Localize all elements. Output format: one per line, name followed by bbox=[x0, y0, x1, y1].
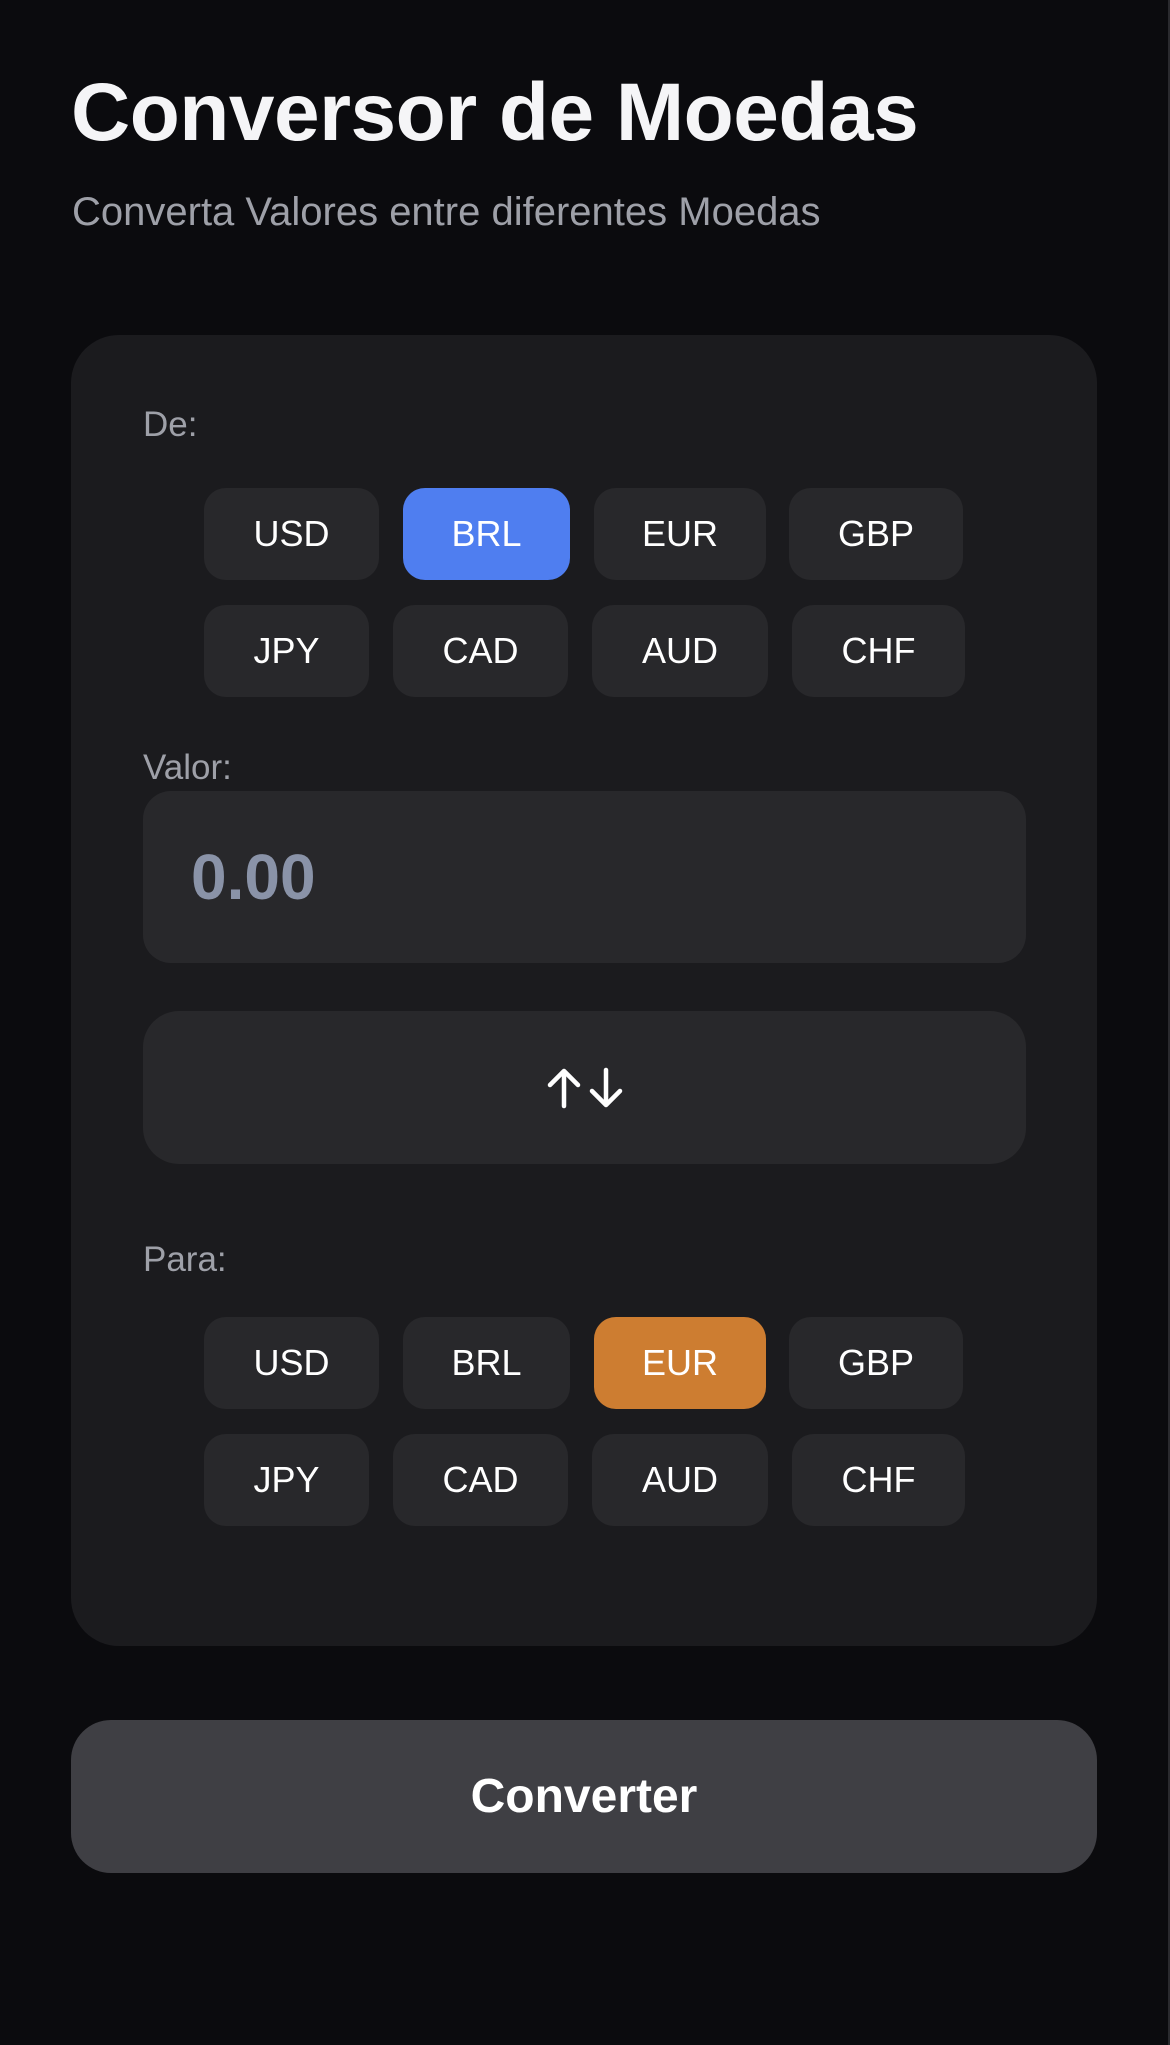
amount-input[interactable] bbox=[191, 791, 991, 963]
amount-label: Valor: bbox=[143, 748, 232, 787]
to-currency-gbp[interactable]: GBP bbox=[789, 1317, 963, 1409]
from-currency-jpy[interactable]: JPY bbox=[204, 605, 369, 697]
currency-converter-screen: Conversor de Moedas Converta Valores ent… bbox=[0, 0, 1170, 2045]
to-currency-eur[interactable]: EUR bbox=[594, 1317, 766, 1409]
to-currency-chf[interactable]: CHF bbox=[792, 1434, 965, 1526]
to-currency-usd[interactable]: USD bbox=[204, 1317, 379, 1409]
from-currency-gbp[interactable]: GBP bbox=[789, 488, 963, 580]
to-currency-brl[interactable]: BRL bbox=[403, 1317, 570, 1409]
swap-button[interactable] bbox=[143, 1011, 1026, 1164]
to-currency-cad[interactable]: CAD bbox=[393, 1434, 568, 1526]
amount-field[interactable] bbox=[143, 791, 1026, 963]
convert-button[interactable]: Converter bbox=[71, 1720, 1097, 1873]
from-currency-eur[interactable]: EUR bbox=[594, 488, 766, 580]
from-currency-usd[interactable]: USD bbox=[204, 488, 379, 580]
from-label: De: bbox=[143, 405, 198, 444]
from-currency-brl[interactable]: BRL bbox=[403, 488, 570, 580]
page-title: Conversor de Moedas bbox=[71, 67, 919, 158]
from-currency-aud[interactable]: AUD bbox=[592, 605, 768, 697]
from-currency-chf[interactable]: CHF bbox=[792, 605, 965, 697]
to-label: Para: bbox=[143, 1240, 227, 1279]
to-currency-jpy[interactable]: JPY bbox=[204, 1434, 369, 1526]
swap-vertical-arrows-icon bbox=[547, 1067, 622, 1108]
from-currency-cad[interactable]: CAD bbox=[393, 605, 568, 697]
to-currency-aud[interactable]: AUD bbox=[592, 1434, 768, 1526]
page-subtitle: Converta Valores entre diferentes Moedas bbox=[72, 190, 821, 234]
